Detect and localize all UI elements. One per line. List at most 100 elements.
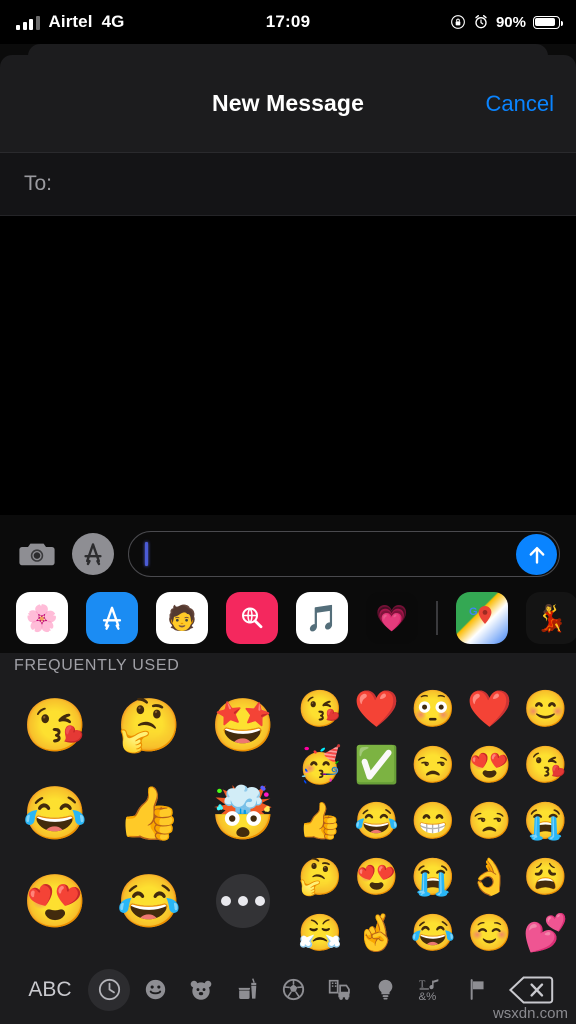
iphone-screen: Airtel 4G 17:09 90% New Message Cancel T…	[0, 0, 576, 1024]
emoji-key[interactable]: 😤	[292, 905, 348, 961]
emoji-key[interactable]: 😊	[518, 681, 574, 737]
pink-sticker-app-icon[interactable]: 💃	[525, 592, 576, 644]
conversation-area	[0, 216, 576, 515]
app-drawer-divider	[436, 601, 438, 635]
network-type-label: 4G	[101, 12, 125, 31]
emoji-key[interactable]: 😘	[292, 681, 348, 737]
svg-text:&%: &%	[418, 991, 436, 1003]
food-glyph	[238, 978, 256, 999]
app-store-a-glyph	[102, 606, 122, 630]
send-arrow-up-icon	[529, 546, 544, 564]
navigation-bar: New Message Cancel	[0, 55, 576, 152]
svg-text:G: G	[469, 606, 478, 618]
memoji-sticker[interactable]: 😍	[8, 857, 102, 945]
battery-percent-label: 90%	[495, 13, 526, 31]
category-food-icon[interactable]	[226, 969, 268, 1011]
category-objects-icon[interactable]	[364, 969, 406, 1011]
carrier-label: Airtel	[48, 12, 93, 31]
more-stickers-button[interactable]	[196, 857, 290, 945]
emoji-key[interactable]: 😁	[405, 793, 461, 849]
category-travel-icon[interactable]	[318, 969, 360, 1011]
category-symbols-icon[interactable]: T &%	[410, 969, 452, 1011]
category-activity-icon[interactable]	[272, 969, 314, 1011]
app-store-app-icon[interactable]	[86, 592, 138, 644]
status-bar-left: Airtel 4G	[16, 12, 288, 32]
emoji-key[interactable]: 😘	[518, 737, 574, 793]
lightbulb-glyph	[378, 979, 392, 1000]
emoji-key[interactable]: 😂	[348, 793, 404, 849]
battery-icon	[533, 15, 564, 29]
camera-icon[interactable]	[16, 533, 58, 575]
emoji-key[interactable]: ❤️	[461, 681, 517, 737]
memoji-sticker[interactable]: 😂	[102, 857, 196, 945]
emoji-key[interactable]: 👌	[461, 849, 517, 905]
emoji-category-bar: T &%	[86, 968, 500, 1011]
page-title: New Message	[212, 90, 364, 116]
emoji-key[interactable]: 💕	[518, 905, 574, 961]
emoji-key[interactable]: 😂	[405, 905, 461, 961]
emoji-panel: FREQUENTLY USED 😘 🤔 🤩 😂 👍 🤯 😍 😂 😘 ❤️ 😳 ❤…	[0, 653, 576, 955]
symbols-glyph: T &%	[418, 979, 438, 1003]
site-watermark: wsxdn.com	[492, 1005, 568, 1022]
google-maps-app-icon[interactable]: G	[455, 592, 508, 644]
memoji-sticker[interactable]: 🤯	[196, 769, 290, 857]
emoji-key[interactable]: 🤔	[292, 849, 348, 905]
send-button[interactable]	[516, 534, 557, 575]
text-caret	[145, 542, 148, 566]
emoji-key[interactable]: ❤️	[348, 681, 404, 737]
emoji-key[interactable]: 😳	[405, 681, 461, 737]
app-store-icon[interactable]	[72, 533, 114, 575]
keyboard-bottom-bar: ABC T &%	[0, 955, 576, 1024]
emoji-key[interactable]: 😩	[518, 849, 574, 905]
emoji-key[interactable]: ✅	[348, 737, 404, 793]
digital-touch-app-icon[interactable]: 💗	[366, 592, 418, 644]
message-input[interactable]	[128, 531, 560, 577]
delete-backspace-icon[interactable]	[500, 973, 562, 1007]
app-store-glyph	[84, 543, 102, 566]
emoji-key[interactable]: 🤞	[348, 905, 404, 961]
frequently-used-header: FREQUENTLY USED	[14, 657, 180, 674]
cancel-button[interactable]: Cancel	[486, 91, 554, 117]
memoji-sticker[interactable]: 👍	[102, 769, 196, 857]
recipient-field-row[interactable]: To:	[0, 152, 576, 216]
maps-pin-glyph: G	[469, 606, 491, 624]
recipient-label: To:	[24, 172, 53, 195]
status-bar: Airtel 4G 17:09 90%	[0, 0, 576, 44]
memoji-sticker[interactable]: 🤔	[102, 681, 196, 769]
clock-glyph	[98, 978, 120, 1001]
emoji-key[interactable]: 😍	[461, 737, 517, 793]
category-animals-icon[interactable]	[180, 969, 222, 1011]
bear-glyph	[190, 980, 212, 1000]
music-app-icon[interactable]: 🎵	[296, 592, 348, 644]
alarm-clock-icon	[475, 15, 487, 29]
memoji-sticker-grid: 😘 🤔 🤩 😂 👍 🤯 😍 😂	[8, 681, 290, 945]
emoji-key[interactable]: 😒	[461, 793, 517, 849]
flag-glyph	[470, 979, 484, 1000]
images-search-app-icon[interactable]	[226, 592, 278, 644]
emoji-key[interactable]: 👍	[292, 793, 348, 849]
emoji-key[interactable]: 😭	[518, 793, 574, 849]
status-bar-right: 90%	[288, 13, 564, 31]
smiley-glyph	[145, 979, 165, 1000]
memoji-sticker[interactable]: 🤩	[196, 681, 290, 769]
category-recents-icon[interactable]	[88, 968, 130, 1011]
ellipsis-icon	[216, 874, 270, 928]
memoji-sticker[interactable]: 😂	[8, 769, 102, 857]
backspace-glyph	[508, 976, 554, 1003]
category-flags-icon[interactable]	[456, 969, 498, 1011]
emoji-key[interactable]: 😍	[348, 849, 404, 905]
abc-keyboard-button[interactable]: ABC	[14, 978, 86, 1002]
memoji-stickers-app-icon[interactable]: 🧑	[156, 592, 208, 644]
emoji-key[interactable]: 😭	[405, 849, 461, 905]
memoji-sticker[interactable]: 😘	[8, 681, 102, 769]
emoji-key[interactable]: 🥳	[292, 737, 348, 793]
category-smileys-icon[interactable]	[134, 969, 176, 1011]
compose-bar	[0, 515, 576, 593]
emoji-key[interactable]: ☺️	[461, 905, 517, 961]
photos-app-icon[interactable]: 🌸	[16, 592, 68, 644]
globe-search-glyph	[242, 607, 263, 629]
emoji-key[interactable]: 😒	[405, 737, 461, 793]
camera-glyph	[19, 543, 55, 566]
imessage-app-drawer[interactable]: 🌸 🧑 🎵 💗 G 💃	[0, 583, 576, 653]
travel-buildings-car-glyph	[328, 979, 350, 1000]
